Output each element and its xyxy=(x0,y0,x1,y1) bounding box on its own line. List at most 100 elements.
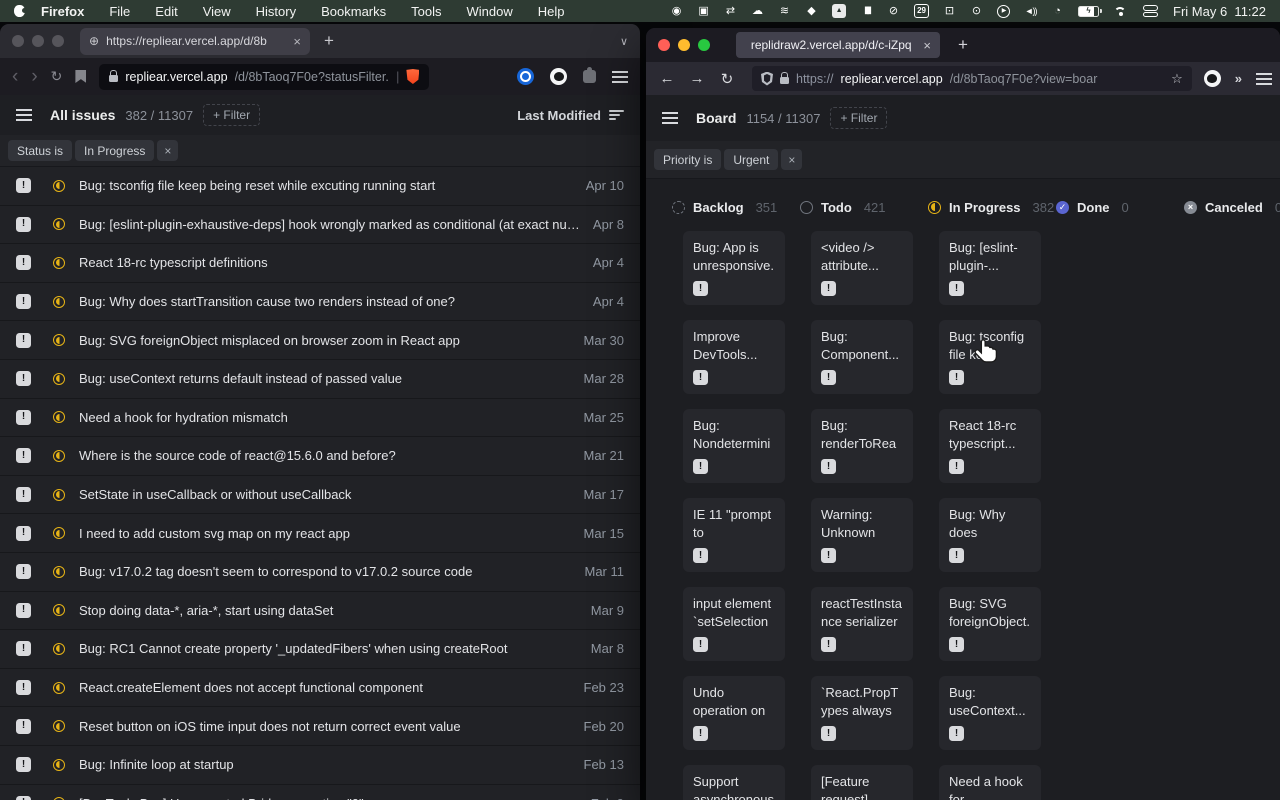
onepassword-icon[interactable] xyxy=(517,68,534,85)
zoom-window-button[interactable] xyxy=(52,35,64,47)
tab-list-chevron-icon[interactable]: ∨ xyxy=(620,35,628,48)
board-card[interactable]: Bug: [eslint-plugin-...! xyxy=(939,231,1041,305)
close-window-button[interactable] xyxy=(12,35,24,47)
board-card[interactable]: Warning: Unknown DO...! xyxy=(811,498,913,572)
calendar-icon[interactable]: 29 xyxy=(914,4,929,18)
issue-row[interactable]: !Need a hook for hydration mismatchMar 2… xyxy=(0,399,640,438)
board-card[interactable]: Undo operation on text input...! xyxy=(683,676,785,750)
back-button[interactable]: ‹ xyxy=(12,67,18,86)
forward-button[interactable]: → xyxy=(684,70,710,87)
board-card[interactable]: <video /> attribute...! xyxy=(811,231,913,305)
play-circle-icon[interactable]: ▶ xyxy=(997,5,1010,18)
board-card[interactable]: Bug: tsconfig file keep bein...! xyxy=(939,320,1041,394)
reload-button[interactable]: ↻ xyxy=(714,70,740,88)
url-bar[interactable]: https://repliear.vercel.app/d/8bTaoq7F0e… xyxy=(752,66,1192,91)
zoom-window-button[interactable] xyxy=(698,39,710,51)
issue-row[interactable]: !Bug: Why does startTransition cause two… xyxy=(0,283,640,322)
board-card[interactable]: Improve DevTools...! xyxy=(683,320,785,394)
screen-record-icon[interactable]: ◉ xyxy=(670,3,683,19)
minimize-window-button[interactable] xyxy=(32,35,44,47)
apple-menu-icon[interactable] xyxy=(14,5,25,17)
issue-row[interactable]: ![DevTools Bug] Unsupported Bridge opera… xyxy=(0,785,640,800)
board-card[interactable]: Bug: useContext...! xyxy=(939,676,1041,750)
forward-button[interactable]: › xyxy=(31,67,37,86)
dropbox-icon[interactable]: ◆ xyxy=(805,3,818,19)
volume-icon[interactable]: ◄)) xyxy=(1024,3,1037,19)
issue-row[interactable]: !Reset button on iOS time input does not… xyxy=(0,707,640,746)
docker-icon[interactable]: ≋ xyxy=(778,3,791,19)
display-share-icon[interactable]: ⊡ xyxy=(943,3,956,19)
power-icon[interactable]: ⊙ xyxy=(970,3,983,19)
toolbar-overflow-icon[interactable]: » xyxy=(1235,71,1242,86)
app-menu-icon[interactable] xyxy=(16,109,32,121)
browser-tab[interactable]: replidraw2.vercel.app/d/c-iZpq × xyxy=(736,32,940,58)
issue-row[interactable]: !React.createElement does not accept fun… xyxy=(0,669,640,708)
board-card[interactable]: Bug: SVG foreignObject...! xyxy=(939,587,1041,661)
battery-icon[interactable]: ϟ xyxy=(1078,6,1099,17)
menu-tools[interactable]: Tools xyxy=(411,4,441,19)
board-card[interactable]: Bug: Nondeterminist.! xyxy=(683,409,785,483)
circled-slash-icon[interactable]: ⊘ xyxy=(887,3,900,19)
tracking-shield-icon[interactable] xyxy=(761,72,773,86)
minimize-window-button[interactable] xyxy=(678,39,690,51)
back-button[interactable]: ← xyxy=(654,70,680,87)
filter-field-chip[interactable]: Priority is xyxy=(654,149,721,170)
menu-view[interactable]: View xyxy=(203,4,231,19)
sort-control[interactable]: Last Modified xyxy=(517,108,624,123)
issue-row[interactable]: !Bug: v17.0.2 tag doesn't seem to corres… xyxy=(0,553,640,592)
menu-file[interactable]: File xyxy=(109,4,130,19)
issue-row[interactable]: !Where is the source code of react@15.6.… xyxy=(0,437,640,476)
reload-button[interactable]: ↻ xyxy=(51,68,63,85)
tab-close-icon[interactable]: × xyxy=(293,34,301,49)
filter-value-chip[interactable]: Urgent xyxy=(724,149,778,170)
board-card[interactable]: `React.PropTypes always warns ab! xyxy=(811,676,913,750)
triangle-app-icon[interactable]: ▲ xyxy=(832,4,846,18)
github-icon[interactable] xyxy=(550,68,567,85)
board-card[interactable]: Bug: Why does startTransitio...! xyxy=(939,498,1041,572)
window-controls[interactable] xyxy=(658,39,710,51)
issue-row[interactable]: !Bug: useContext returns default instead… xyxy=(0,360,640,399)
issue-row[interactable]: !Bug: SVG foreignObject misplaced on bro… xyxy=(0,321,640,360)
wifi-icon[interactable] xyxy=(1113,5,1129,17)
github-icon[interactable] xyxy=(1204,70,1221,87)
board-card[interactable]: Bug: renderToReadab! xyxy=(811,409,913,483)
stats-bars-icon[interactable]: ▮▮ xyxy=(860,3,873,19)
menu-window[interactable]: Window xyxy=(467,4,513,19)
bookmark-icon[interactable] xyxy=(75,70,86,83)
filter-value-chip[interactable]: In Progress xyxy=(75,140,154,161)
filter-close-icon[interactable]: × xyxy=(157,140,178,161)
issue-row[interactable]: !Bug: tsconfig file keep being reset whi… xyxy=(0,167,640,206)
browser-menu-icon[interactable] xyxy=(612,71,628,83)
board-card[interactable]: input element `setSelectionRa! xyxy=(683,587,785,661)
issue-row[interactable]: !SetState in useCallback or without useC… xyxy=(0,476,640,515)
bookmark-star-icon[interactable]: ☆ xyxy=(1171,71,1183,87)
extensions-puzzle-icon[interactable] xyxy=(583,70,596,83)
close-window-button[interactable] xyxy=(658,39,670,51)
board-card[interactable]: [Feature request] expo...! xyxy=(811,765,913,800)
new-tab-button[interactable]: + xyxy=(958,35,968,55)
brave-shield-icon[interactable] xyxy=(406,69,419,84)
issue-row[interactable]: !Bug: RC1 Cannot create property '_updat… xyxy=(0,630,640,669)
add-filter-button[interactable]: + Filter xyxy=(203,104,260,126)
board-card[interactable]: Bug: Component...! xyxy=(811,320,913,394)
issue-row[interactable]: !React 18-rc typescript definitionsApr 4 xyxy=(0,244,640,283)
window-controls[interactable] xyxy=(12,35,64,47)
user-circle-icon[interactable]: ◔ xyxy=(1051,3,1064,19)
sync-arrows-icon[interactable]: ⇄ xyxy=(724,3,737,19)
app-menu-icon[interactable] xyxy=(662,112,678,124)
menubar-clock[interactable]: Fri May 6 11:22 xyxy=(1173,4,1266,19)
issue-row[interactable]: !Bug: Infinite loop at startupFeb 13 xyxy=(0,746,640,785)
issue-row[interactable]: !Bug: [eslint-plugin-exhaustive-deps] ho… xyxy=(0,206,640,245)
camera-icon[interactable]: ▣ xyxy=(697,3,710,19)
browser-menu-icon[interactable] xyxy=(1256,73,1272,85)
board-card[interactable]: React 18-rc typescript...! xyxy=(939,409,1041,483)
add-filter-button[interactable]: + Filter xyxy=(830,107,887,129)
filter-field-chip[interactable]: Status is xyxy=(8,140,72,161)
menu-edit[interactable]: Edit xyxy=(155,4,177,19)
tab-close-icon[interactable]: × xyxy=(923,38,931,53)
cloud-icon[interactable]: ☁ xyxy=(751,3,764,19)
new-tab-button[interactable]: + xyxy=(324,31,334,51)
url-bar[interactable]: repliear.vercel.app /d/8bTaoq7F0e?status… xyxy=(99,64,429,90)
board-card[interactable]: IE 11 "prompt to remember...! xyxy=(683,498,785,572)
menubar-app-name[interactable]: Firefox xyxy=(41,4,84,19)
